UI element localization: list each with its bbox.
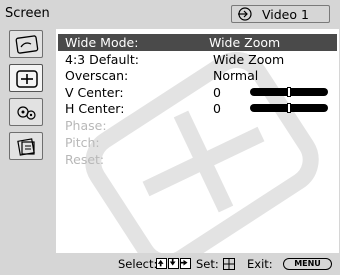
input-arrow-icon xyxy=(238,7,252,21)
input-label: Video 1 xyxy=(262,7,309,22)
sidebar-item-options[interactable] xyxy=(9,132,43,160)
header-bar: Screen Video 1 xyxy=(0,0,340,28)
menu-row-label: 4:3 Default: xyxy=(65,52,139,67)
sidebar xyxy=(0,28,50,253)
menu-row-label: H Center: xyxy=(65,101,125,116)
slider-knob[interactable] xyxy=(287,103,291,113)
sidebar-item-screen[interactable] xyxy=(9,64,43,92)
screen-icon xyxy=(16,70,38,88)
menu-row-wide-mode[interactable]: Wide Mode: Wide Zoom xyxy=(58,34,337,51)
sidebar-item-setup[interactable] xyxy=(9,98,43,126)
menu-panel: Wide Mode: Wide Zoom 4:3 Default: Wide Z… xyxy=(56,29,339,253)
picture-icon xyxy=(15,35,39,54)
menu-row-value: 0 xyxy=(213,101,221,116)
menu-row-value: Wide Zoom xyxy=(209,35,281,50)
right-arrow-key-icon xyxy=(180,258,191,269)
menu-row-label: Pitch: xyxy=(65,135,100,150)
menu-button[interactable]: MENU xyxy=(283,258,332,270)
menu-row-h-center[interactable]: H Center: 0 xyxy=(62,100,337,117)
select-hint-label: Select: xyxy=(118,257,158,271)
menu-row-value: Normal xyxy=(213,68,259,83)
menu-row-reset: Reset: xyxy=(62,151,337,168)
menu-row-label: Wide Mode: xyxy=(65,35,139,50)
sidebar-item-picture[interactable] xyxy=(9,30,43,58)
slider-knob[interactable] xyxy=(287,87,291,97)
menu-row-value: 0 xyxy=(213,85,221,100)
menu-row-pitch: Pitch: xyxy=(62,134,337,151)
menu-row-43-default[interactable]: 4:3 Default: Wide Zoom xyxy=(62,51,337,68)
down-arrow-key-icon xyxy=(168,258,179,269)
page-title: Screen xyxy=(5,6,50,21)
input-indicator: Video 1 xyxy=(231,5,330,23)
footer-hints: Select: Set: Exit: MENU xyxy=(0,253,340,275)
exit-hint-label: Exit: xyxy=(247,257,273,271)
menu-row-label: Phase: xyxy=(65,118,107,133)
set-icon xyxy=(223,258,235,270)
h-center-slider[interactable] xyxy=(250,103,328,113)
options-icon xyxy=(17,138,35,156)
menu-row-label: V Center: xyxy=(65,85,124,100)
menu-row-overscan[interactable]: Overscan: Normal xyxy=(62,67,337,84)
up-arrow-key-icon xyxy=(156,258,167,269)
menu-row-v-center[interactable]: V Center: 0 xyxy=(62,84,337,101)
menu-row-value: Wide Zoom xyxy=(213,52,285,67)
menu-row-phase: Phase: xyxy=(62,117,337,134)
set-hint-label: Set: xyxy=(196,257,219,271)
menu-row-label: Overscan: xyxy=(65,68,129,83)
v-center-slider[interactable] xyxy=(250,87,328,97)
menu-row-label: Reset: xyxy=(65,152,105,167)
setup-icon xyxy=(17,106,36,120)
